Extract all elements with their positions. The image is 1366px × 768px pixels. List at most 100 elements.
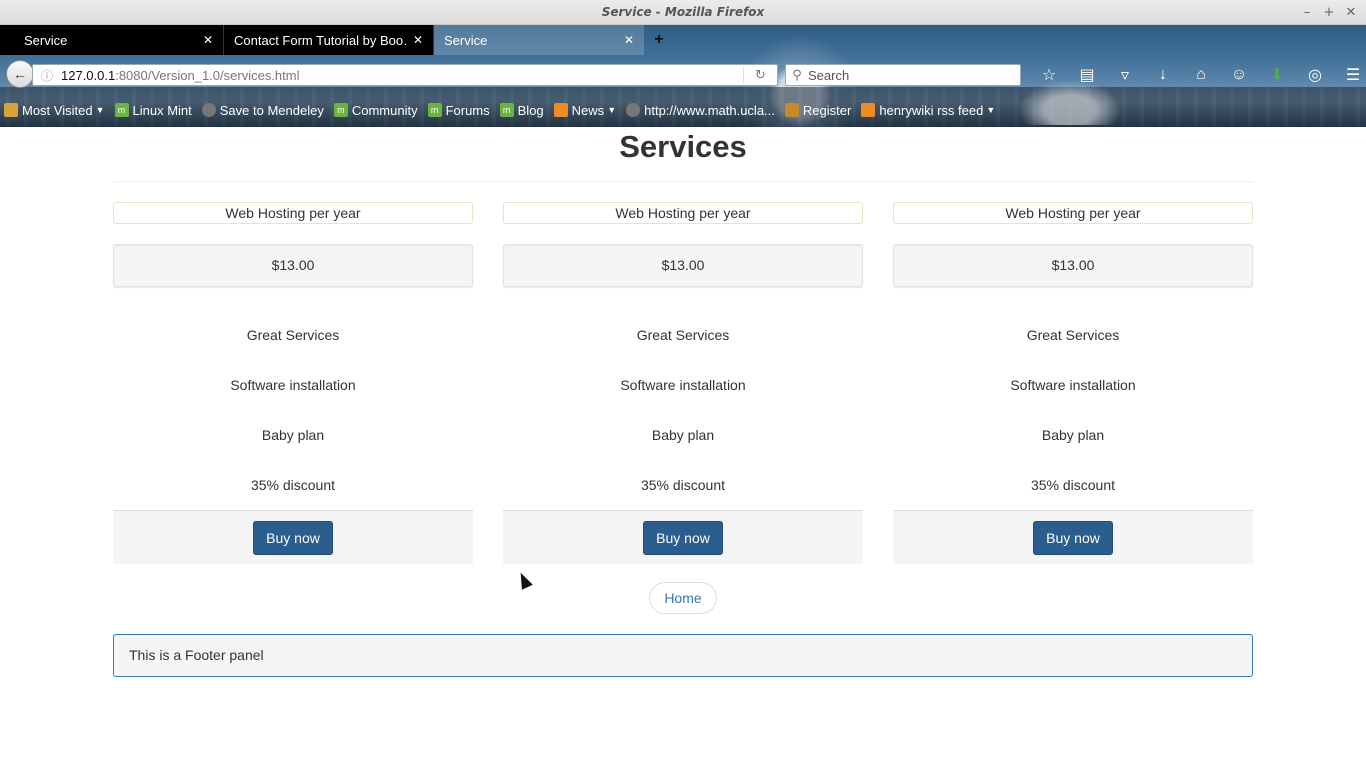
globe-icon — [626, 103, 641, 117]
close-tab-icon[interactable]: ✕ — [624, 33, 634, 47]
maximize-icon[interactable]: + — [1322, 0, 1336, 25]
bookmark-label: Save to Mendeley — [219, 102, 324, 118]
rss-icon — [861, 103, 876, 117]
bookmark-linux-mint[interactable]: m Linux Mint — [114, 102, 192, 118]
bookmark-community[interactable]: m Community — [333, 102, 418, 118]
gauge-icon[interactable]: ◎ — [1296, 64, 1334, 86]
bookmark-label: Linux Mint — [132, 102, 192, 118]
folder-icon — [4, 103, 18, 117]
bookmark-blog[interactable]: m Blog — [499, 102, 544, 118]
feature-item: Software installation — [230, 377, 356, 393]
bookmark-label: http://www.math.ucla... — [644, 102, 775, 118]
bookmark-henrywiki-rss[interactable]: henrywiki rss feed ▼ — [861, 103, 995, 118]
home-link[interactable]: Home — [649, 582, 717, 614]
tab-service-1[interactable]: Service ✕ — [0, 25, 224, 55]
card-header: Web Hosting per year — [893, 202, 1253, 224]
tab-label: Contact Form Tutorial by Boo… — [234, 32, 407, 48]
feature-list: Great Services Software installation Bab… — [113, 310, 473, 510]
page-content: Services Web Hosting per year $13.00 Gre… — [0, 127, 1366, 768]
feature-item: 35% discount — [640, 477, 726, 493]
menu-icon[interactable]: ☰ — [1334, 64, 1366, 86]
card-price: $13.00 — [893, 244, 1253, 287]
buy-now-button[interactable]: Buy now — [643, 520, 723, 555]
tab-service-active[interactable]: Service ✕ — [434, 25, 644, 55]
mouse-cursor-icon — [515, 570, 533, 590]
chevron-down-icon: ▼ — [607, 105, 617, 115]
feature-item: Baby plan — [261, 427, 325, 443]
new-tab-icon[interactable]: + — [644, 25, 674, 55]
buy-now-button[interactable]: Buy now — [253, 520, 333, 555]
bookmark-label: Register — [802, 102, 852, 118]
minimize-icon[interactable]: – — [1300, 0, 1314, 25]
pricing-card: Web Hosting per year $13.00 Great Servic… — [113, 202, 473, 564]
nav-bar: ← ⓘ 127.0.0.1:8080/Version_1.0/services.… — [0, 55, 1366, 93]
bookmark-register[interactable]: Register — [784, 102, 852, 118]
tab-strip: Service ✕ Contact Form Tutorial by Boo… … — [0, 25, 1366, 55]
card-price: $13.00 — [113, 244, 473, 287]
bookmark-star-icon[interactable]: ☆ — [1030, 64, 1068, 86]
tab-contact-form-tutorial[interactable]: Contact Form Tutorial by Boo… ✕ — [224, 25, 434, 55]
url-bar[interactable]: ⓘ 127.0.0.1:8080/Version_1.0/services.ht… — [32, 64, 778, 86]
card-footer: Buy now — [893, 510, 1253, 564]
search-icon: ⚲ — [792, 67, 802, 82]
card-footer: Buy now — [503, 510, 863, 564]
toolbar-icons: ☆ ▤ ▿ ↓ ⌂ ☺ ⬇ ◎ ☰ — [1030, 64, 1366, 86]
buy-now-button[interactable]: Buy now — [1033, 520, 1113, 555]
globe-icon — [201, 103, 216, 117]
bookmark-forums[interactable]: m Forums — [427, 102, 490, 118]
mint-icon: m — [499, 103, 514, 117]
reload-icon[interactable]: ↻ — [743, 67, 777, 83]
bookmark-news[interactable]: News ▼ — [553, 103, 617, 118]
rss-icon — [553, 103, 568, 117]
card-price: $13.00 — [503, 244, 863, 287]
bookmark-save-to-mendeley[interactable]: Save to Mendeley — [201, 102, 324, 118]
url-host: 127.0.0.1 — [61, 67, 116, 83]
feature-item: Great Services — [636, 327, 730, 343]
page-title: Services — [619, 129, 747, 164]
back-button[interactable]: ← — [6, 60, 34, 88]
feature-item: 35% discount — [1030, 477, 1116, 493]
feature-item: Great Services — [1026, 327, 1120, 343]
downloads-icon[interactable]: ↓ — [1144, 64, 1182, 86]
window-titlebar: Service - Mozilla Firefox – + ✕ — [0, 0, 1366, 25]
feature-item: Baby plan — [1041, 427, 1105, 443]
pricing-card: Web Hosting per year $13.00 Great Servic… — [893, 202, 1253, 564]
card-footer: Buy now — [113, 510, 473, 564]
pocket-icon[interactable]: ▿ — [1106, 64, 1144, 86]
bookmark-math-ucla[interactable]: http://www.math.ucla... — [626, 103, 775, 118]
window-controls: – + ✕ — [1300, 0, 1358, 25]
tab-label: Service — [24, 32, 68, 48]
info-icon[interactable]: ⓘ — [33, 67, 61, 84]
url-path: :8080/Version_1.0/services.html — [115, 67, 300, 83]
smiley-icon[interactable]: ☺ — [1220, 64, 1258, 86]
tab-label: Service — [444, 32, 488, 48]
close-tab-icon[interactable]: ✕ — [413, 33, 423, 47]
mint-icon: m — [114, 103, 129, 117]
bookmark-label: Forums — [445, 102, 490, 118]
footer-panel: This is a Footer panel — [113, 634, 1253, 677]
chevron-down-icon: ▼ — [95, 105, 105, 115]
feature-item: Software installation — [1010, 377, 1136, 393]
feature-item: Great Services — [246, 327, 340, 343]
feature-list: Great Services Software installation Bab… — [893, 310, 1253, 510]
search-placeholder: Search — [808, 67, 850, 83]
search-bar[interactable]: ⚲ Search — [785, 64, 1021, 86]
mint-icon: m — [427, 103, 442, 117]
mint-icon: m — [333, 103, 348, 117]
close-window-icon[interactable]: ✕ — [1344, 0, 1358, 25]
home-icon[interactable]: ⌂ — [1182, 64, 1220, 86]
pricing-card: Web Hosting per year $13.00 Great Servic… — [503, 202, 863, 564]
browser-chrome: Service ✕ Contact Form Tutorial by Boo… … — [0, 25, 1366, 127]
title-divider — [113, 181, 1253, 182]
chevron-down-icon: ▼ — [986, 105, 996, 115]
bookmark-label: Most Visited — [22, 102, 93, 118]
w3c-icon — [784, 103, 799, 117]
feature-list: Great Services Software installation Bab… — [503, 310, 863, 510]
bookmark-most-visited[interactable]: Most Visited ▼ — [4, 103, 105, 118]
bookmark-label: Community — [351, 102, 418, 118]
bookmark-label: Blog — [517, 102, 544, 118]
close-tab-icon[interactable]: ✕ — [203, 33, 213, 47]
feature-item: Baby plan — [651, 427, 715, 443]
reader-list-icon[interactable]: ▤ — [1068, 64, 1106, 86]
download-addon-icon[interactable]: ⬇ — [1258, 64, 1296, 86]
